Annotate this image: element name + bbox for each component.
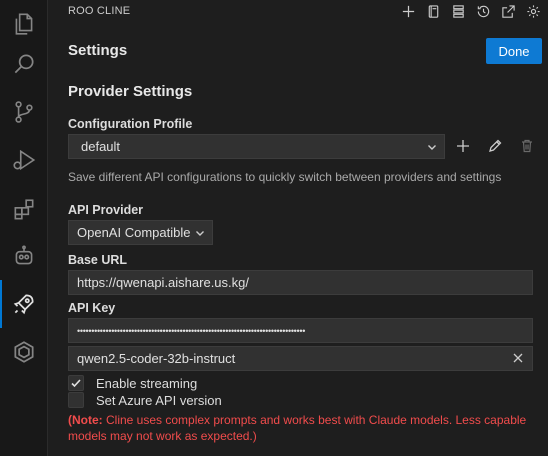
- close-icon: [513, 353, 523, 363]
- rename-profile-button[interactable]: [486, 137, 504, 155]
- extensions-icon[interactable]: [0, 186, 48, 234]
- source-control-icon[interactable]: [0, 88, 48, 136]
- popout-icon[interactable]: [498, 0, 519, 22]
- api-provider-label: API Provider: [68, 203, 144, 217]
- base-url-input[interactable]: https://qwenapi.aishare.us.kg/: [68, 270, 533, 295]
- model-input[interactable]: qwen2.5-coder-32b-instruct: [68, 346, 533, 371]
- api-provider-select[interactable]: OpenAI Compatible: [68, 220, 213, 245]
- enable-streaming-checkbox[interactable]: [68, 375, 84, 391]
- section-title: Provider Settings: [68, 83, 193, 100]
- notebook-icon[interactable]: [423, 0, 444, 22]
- trash-icon: [522, 139, 532, 153]
- chevron-down-icon: [196, 231, 204, 236]
- model-warning-note: (Note: Cline uses complex prompts and wo…: [68, 412, 538, 444]
- add-profile-button[interactable]: [454, 137, 472, 155]
- rocket-icon[interactable]: [0, 280, 48, 328]
- search-icon[interactable]: [0, 40, 48, 88]
- checkmark-icon: [71, 379, 81, 388]
- note-text: Cline uses complex prompts and works bes…: [68, 413, 527, 443]
- azure-api-version-checkbox[interactable]: [68, 392, 84, 408]
- base-url-label: Base URL: [68, 253, 128, 267]
- enable-streaming-label: Enable streaming: [96, 375, 198, 391]
- panel-header: ROO CLINE: [48, 0, 548, 22]
- header-actions: [398, 0, 548, 22]
- api-key-label: API Key: [68, 301, 116, 315]
- robot-icon[interactable]: [0, 232, 48, 280]
- plus-icon: [457, 140, 469, 152]
- config-profile-hint: Save different API configurations to qui…: [68, 170, 502, 184]
- config-profile-select[interactable]: default: [68, 134, 445, 159]
- panel-title: ROO CLINE: [68, 5, 131, 17]
- delete-profile-button[interactable]: [518, 137, 536, 155]
- history-icon[interactable]: [473, 0, 494, 22]
- enable-streaming-row: Enable streaming: [68, 374, 197, 392]
- app-window: ROO CLINE Settings Done Provider Setting…: [0, 0, 548, 456]
- hexagon-icon[interactable]: [0, 328, 48, 376]
- run-debug-icon[interactable]: [0, 136, 48, 184]
- note-prefix: (Note:: [68, 413, 103, 427]
- plus-icon[interactable]: [398, 0, 419, 22]
- pencil-icon: [489, 139, 502, 152]
- page-title: Settings: [68, 42, 128, 59]
- config-profile-label: Configuration Profile: [68, 117, 193, 131]
- model-value: qwen2.5-coder-32b-instruct: [77, 351, 236, 366]
- azure-api-version-row: Set Azure API version: [68, 391, 222, 409]
- clear-model-button[interactable]: [512, 352, 524, 367]
- api-provider-value: OpenAI Compatible: [77, 225, 191, 240]
- server-icon[interactable]: [448, 0, 469, 22]
- done-button[interactable]: Done: [486, 38, 542, 64]
- api-key-input[interactable]: ••••••••••••••••••••••••••••••••••••••••…: [68, 318, 533, 343]
- gear-icon[interactable]: [523, 0, 544, 22]
- config-profile-value: default: [81, 139, 121, 154]
- azure-api-version-label: Set Azure API version: [96, 392, 222, 408]
- chevron-down-icon: [428, 145, 436, 150]
- activity-bar: [0, 0, 48, 456]
